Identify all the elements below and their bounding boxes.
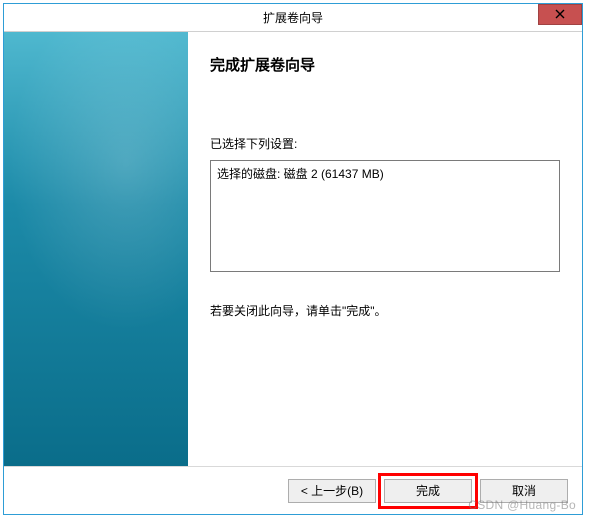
back-button[interactable]: < 上一步(B)	[288, 479, 376, 503]
wizard-window: 扩展卷向导 完成扩展卷向导 已选择下列设置: 选择的磁盘: 磁盘 2 (6143…	[3, 3, 583, 515]
close-icon	[555, 8, 565, 22]
finish-button[interactable]: 完成	[384, 479, 472, 503]
window-title: 扩展卷向导	[263, 9, 323, 26]
wizard-body: 完成扩展卷向导 已选择下列设置: 选择的磁盘: 磁盘 2 (61437 MB) …	[4, 32, 582, 466]
page-heading: 完成扩展卷向导	[210, 54, 560, 75]
instruction-text: 若要关闭此向导，请单击"完成"。	[210, 302, 560, 319]
cancel-button[interactable]: 取消	[480, 479, 568, 503]
settings-label: 已选择下列设置:	[210, 135, 560, 152]
close-button[interactable]	[538, 4, 582, 25]
settings-summary-box[interactable]: 选择的磁盘: 磁盘 2 (61437 MB)	[210, 160, 560, 272]
wizard-content: 完成扩展卷向导 已选择下列设置: 选择的磁盘: 磁盘 2 (61437 MB) …	[188, 32, 582, 466]
titlebar: 扩展卷向导	[4, 4, 582, 32]
settings-line: 选择的磁盘: 磁盘 2 (61437 MB)	[217, 165, 553, 182]
wizard-side-graphic	[4, 32, 188, 466]
button-bar: < 上一步(B) 完成 取消	[4, 466, 582, 514]
